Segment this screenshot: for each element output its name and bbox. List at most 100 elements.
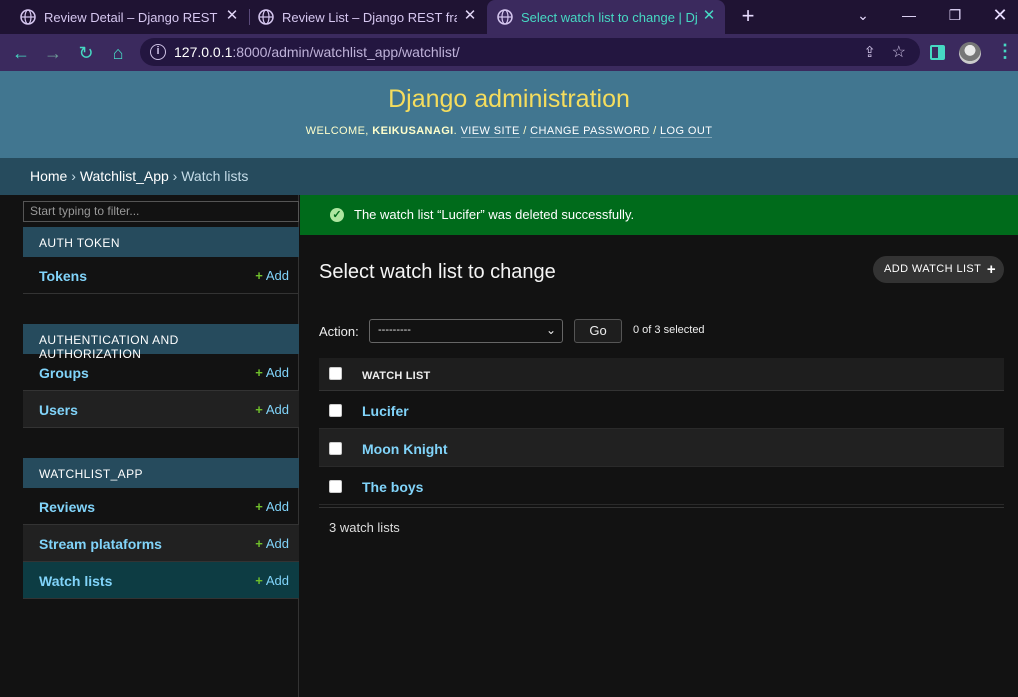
- plus-icon: +: [255, 573, 263, 588]
- add-tokens-link[interactable]: + Add: [255, 268, 289, 283]
- table-row: Moon Knight: [319, 429, 1004, 467]
- row-link[interactable]: The boys: [362, 479, 423, 495]
- log-out-link[interactable]: Log out: [660, 125, 713, 138]
- nav-filter-input[interactable]: Start typing to filter...: [23, 201, 299, 222]
- chevron-down-icon: ⌄: [545, 323, 556, 337]
- address-bar[interactable]: i 127.0.0.1:8000/admin/watchlist_app/wat…: [140, 38, 920, 66]
- add-groups-link[interactable]: + Add: [255, 365, 289, 380]
- browser-tab-bar: Review Detail – Django REST framework ✕ …: [0, 0, 1018, 34]
- sidebar-item-label[interactable]: Tokens: [39, 268, 87, 284]
- home-icon[interactable]: ⌂: [105, 40, 131, 66]
- browser-tab-review-list[interactable]: Review List – Django REST framework ✕: [258, 0, 486, 34]
- row-checkbox[interactable]: [329, 480, 342, 493]
- globe-icon: [20, 9, 36, 25]
- browser-menu-icon[interactable]: ⋮: [996, 41, 1014, 62]
- user-tools: Welcome, keikusanagi. View site / Change…: [305, 125, 713, 138]
- site-info-icon[interactable]: i: [150, 44, 166, 60]
- tab-title: Review List – Django REST framework: [282, 9, 457, 25]
- module-caption[interactable]: Authentication and Authorization: [23, 324, 299, 361]
- go-button[interactable]: Go: [574, 319, 622, 343]
- column-header-watch-list[interactable]: Watch list: [362, 370, 430, 382]
- breadcrumb-home[interactable]: Home: [30, 168, 67, 184]
- tab-title: Select watch list to change | Django sit…: [521, 9, 698, 25]
- admin-header: Django administration Welcome, keikusana…: [0, 71, 1018, 158]
- check-circle-icon: ✓: [330, 208, 344, 222]
- module-watchlist-app: Watchlist_App Reviews + Add Stream plataf…: [23, 458, 299, 599]
- close-tab-icon[interactable]: ✕: [224, 8, 240, 24]
- forward-icon[interactable]: →: [40, 40, 66, 66]
- add-stream-plataforms-link[interactable]: + Add: [255, 536, 289, 551]
- sidebar-item-label[interactable]: Users: [39, 402, 78, 418]
- breadcrumb-current: Watch lists: [181, 168, 249, 184]
- row-checkbox[interactable]: [329, 442, 342, 455]
- add-watch-lists-link[interactable]: + Add: [255, 573, 289, 588]
- result-list: Watch list Lucifer Moon Knight The boys: [319, 358, 1004, 505]
- restore-icon[interactable]: ❐: [933, 0, 977, 30]
- select-all-checkbox[interactable]: [329, 367, 342, 380]
- add-label: Add: [265, 573, 289, 588]
- change-password-link[interactable]: Change password: [530, 125, 650, 138]
- nav-sidebar: Start typing to filter... Auth Token Tok…: [22, 195, 299, 697]
- browser-tab-review-detail[interactable]: Review Detail – Django REST framework ✕: [20, 0, 248, 34]
- breadcrumb: Home › Watchlist_App › Watch lists: [0, 158, 1018, 195]
- share-icon[interactable]: ⇪: [863, 43, 876, 61]
- sidebar-item-tokens: Tokens + Add: [23, 257, 299, 294]
- username: keikusanagi: [372, 125, 454, 137]
- site-title[interactable]: Django administration: [0, 85, 1018, 114]
- add-label: Add: [265, 268, 289, 283]
- add-button-label: Add watch list: [884, 263, 982, 275]
- add-label: Add: [265, 365, 289, 380]
- minimize-icon[interactable]: —: [887, 0, 931, 30]
- row-checkbox[interactable]: [329, 404, 342, 417]
- action-selected-value: ---------: [378, 324, 411, 336]
- globe-icon: [258, 9, 274, 25]
- row-link[interactable]: Moon Knight: [362, 441, 448, 457]
- table-header: Watch list: [319, 358, 1004, 391]
- add-reviews-link[interactable]: + Add: [255, 499, 289, 514]
- close-tab-icon[interactable]: ✕: [701, 8, 717, 24]
- tab-search-icon[interactable]: ⌄: [841, 0, 885, 30]
- profile-avatar[interactable]: [959, 42, 981, 64]
- browser-toolbar: ← → ↻ ⌂ i 127.0.0.1:8000/admin/watchlist…: [0, 34, 1018, 71]
- add-users-link[interactable]: + Add: [255, 402, 289, 417]
- sidebar-item-stream-plataforms: Stream plataforms + Add: [23, 525, 299, 562]
- close-window-icon[interactable]: ✕: [978, 0, 1018, 30]
- module-auth-token: Auth Token Tokens + Add: [23, 227, 299, 294]
- side-panel-icon[interactable]: [930, 45, 945, 60]
- sidebar-item-label[interactable]: Watch lists: [39, 573, 112, 589]
- plus-icon: +: [255, 365, 263, 380]
- close-tab-icon[interactable]: ✕: [462, 8, 478, 24]
- action-select[interactable]: --------- ⌄: [369, 319, 563, 343]
- view-site-link[interactable]: View site: [460, 125, 520, 138]
- action-label: Action:: [319, 324, 359, 339]
- reload-icon[interactable]: ↻: [73, 40, 99, 66]
- module-caption[interactable]: Watchlist_App: [23, 458, 299, 488]
- table-row: The boys: [319, 467, 1004, 505]
- sidebar-item-label[interactable]: Stream plataforms: [39, 536, 162, 552]
- selection-counter: 0 of 3 selected: [633, 324, 705, 336]
- sidebar-item-watch-lists: Watch lists + Add: [23, 562, 299, 599]
- sidebar-item-label[interactable]: Groups: [39, 365, 89, 381]
- add-watch-list-button[interactable]: Add watch list +: [873, 256, 1004, 283]
- tab-title: Review Detail – Django REST framework: [44, 9, 219, 25]
- sidebar-item-label[interactable]: Reviews: [39, 499, 95, 515]
- plus-icon: +: [255, 536, 263, 551]
- page-title: Select watch list to change: [319, 261, 556, 283]
- add-label: Add: [265, 499, 289, 514]
- back-icon[interactable]: ←: [8, 40, 34, 66]
- bookmark-star-icon[interactable]: ☆: [892, 42, 906, 62]
- browser-tab-active[interactable]: Select watch list to change | Django sit…: [487, 0, 725, 34]
- sidebar-item-groups: Groups + Add: [23, 354, 299, 391]
- module-authentication: Authentication and Authorization Groups …: [23, 324, 299, 428]
- url-path: :8000/admin/watchlist_app/watchlist/: [232, 44, 460, 60]
- row-link[interactable]: Lucifer: [362, 403, 409, 419]
- url-text: 127.0.0.1:8000/admin/watchlist_app/watch…: [174, 44, 460, 60]
- table-row: Lucifer: [319, 391, 1004, 429]
- sidebar-item-users: Users + Add: [23, 391, 299, 428]
- new-tab-button[interactable]: +: [737, 4, 759, 28]
- url-host: 127.0.0.1: [174, 44, 233, 60]
- module-caption[interactable]: Auth Token: [23, 227, 299, 257]
- add-label: Add: [265, 402, 289, 417]
- breadcrumb-app[interactable]: Watchlist_App: [80, 168, 169, 184]
- success-message: ✓ The watch list “Lucifer” was deleted s…: [300, 195, 1018, 235]
